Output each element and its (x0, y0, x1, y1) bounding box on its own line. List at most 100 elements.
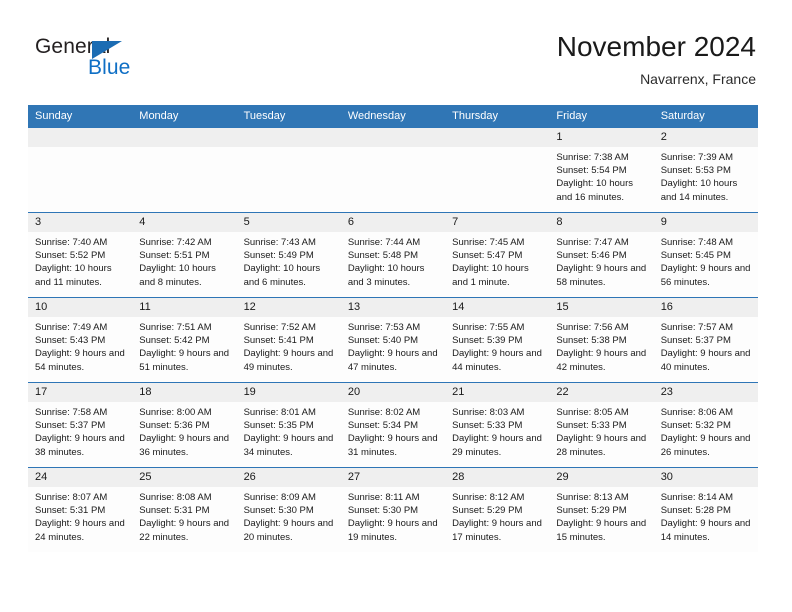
daylight-text: Daylight: 9 hours and 20 minutes. (243, 518, 334, 543)
day-number (445, 128, 550, 147)
day-details: Sunrise: 7:58 AM Sunset: 5:37 PM Daylight:… (28, 402, 132, 459)
calendar-day-cell[interactable]: 6 Sunrise: 7:44 AM Sunset: 5:48 PM Daylight… (340, 212, 446, 298)
calendar-day-cell[interactable]: 12 Sunrise: 7:52 AM Sunset: 5:41 PM Dayligh… (236, 297, 341, 383)
daylight-text: Daylight: 10 hours and 11 minutes. (35, 263, 112, 288)
day-details: Sunrise: 7:52 AM Sunset: 5:41 PM Daylight:… (237, 317, 341, 374)
daylight-text: Daylight: 9 hours and 51 minutes. (139, 348, 230, 373)
sunset-text: Sunset: 5:42 PM (139, 335, 210, 347)
sunset-text: Sunset: 5:30 PM (243, 505, 314, 517)
day-number: 26 (236, 468, 341, 487)
weekday-header-tuesday: Tuesday (236, 105, 341, 128)
calendar-day-cell[interactable]: 21 Sunrise: 8:03 AM Sunset: 5:33 PM Dayligh… (445, 382, 550, 468)
calendar-day-cell[interactable]: 23 Sunrise: 8:06 AM Sunset: 5:32 PM Dayligh… (653, 382, 758, 468)
calendar-cell-empty (340, 127, 446, 213)
sunrise-text: Sunrise: 8:00 AM (139, 407, 212, 418)
daylight-text: Daylight: 9 hours and 38 minutes. (35, 433, 125, 458)
calendar-day-cell[interactable]: 20 Sunrise: 8:02 AM Sunset: 5:34 PM Dayligh… (340, 382, 446, 468)
day-number: 7 (445, 213, 550, 232)
calendar-week-row: 3 Sunrise: 7:40 AM Sunset: 5:52 PM Daylight… (28, 212, 758, 298)
calendar-day-cell[interactable]: 14 Sunrise: 7:55 AM Sunset: 5:39 PM Dayligh… (445, 297, 550, 383)
calendar-day-cell[interactable]: 7 Sunrise: 7:45 AM Sunset: 5:47 PM Daylight… (445, 212, 550, 298)
day-number: 24 (28, 468, 133, 487)
calendar-day-cell[interactable]: 4 Sunrise: 7:42 AM Sunset: 5:51 PM Daylight… (132, 212, 237, 298)
sunset-text: Sunset: 5:29 PM (452, 505, 523, 517)
sunrise-text: Sunrise: 7:49 AM (35, 322, 108, 333)
calendar-day-cell[interactable]: 5 Sunrise: 7:43 AM Sunset: 5:49 PM Daylight… (236, 212, 341, 298)
calendar-day-cell[interactable]: 2 Sunrise: 7:39 AM Sunset: 5:53 PM Daylight… (653, 127, 758, 213)
brand-name-blue: Blue (88, 56, 131, 79)
sunset-text: Sunset: 5:49 PM (243, 250, 314, 262)
day-details: Sunrise: 8:01 AM Sunset: 5:35 PM Daylight:… (237, 402, 341, 459)
sunrise-text: Sunrise: 7:45 AM (452, 237, 525, 248)
day-details: Sunrise: 7:49 AM Sunset: 5:43 PM Daylight:… (28, 317, 132, 374)
sunset-text: Sunset: 5:33 PM (556, 420, 627, 432)
calendar-day-cell[interactable]: 19 Sunrise: 8:01 AM Sunset: 5:35 PM Dayligh… (236, 382, 341, 468)
day-details: Sunrise: 7:38 AM Sunset: 5:54 PM Daylight:… (549, 147, 653, 204)
sunset-text: Sunset: 5:47 PM (452, 250, 523, 262)
daylight-text: Daylight: 9 hours and 36 minutes. (139, 433, 230, 458)
day-details: Sunrise: 8:07 AM Sunset: 5:31 PM Daylight:… (28, 487, 132, 544)
day-number: 14 (445, 298, 550, 317)
calendar-day-cell[interactable]: 13 Sunrise: 7:53 AM Sunset: 5:40 PM Dayligh… (340, 297, 446, 383)
calendar-day-cell[interactable]: 9 Sunrise: 7:48 AM Sunset: 5:45 PM Daylight… (653, 212, 758, 298)
daylight-text: Daylight: 9 hours and 56 minutes. (660, 263, 751, 288)
calendar-day-cell[interactable]: 24 Sunrise: 8:07 AM Sunset: 5:31 PM Dayligh… (28, 467, 133, 552)
sunrise-text: Sunrise: 8:07 AM (35, 492, 108, 503)
calendar-day-cell[interactable]: 10 Sunrise: 7:49 AM Sunset: 5:43 PM Dayligh… (28, 297, 133, 383)
calendar-day-cell[interactable]: 3 Sunrise: 7:40 AM Sunset: 5:52 PM Daylight… (28, 212, 133, 298)
sunset-text: Sunset: 5:53 PM (660, 165, 731, 177)
weekday-header-wednesday: Wednesday (340, 105, 446, 128)
calendar-day-cell[interactable]: 27 Sunrise: 8:11 AM Sunset: 5:30 PM Dayligh… (340, 467, 446, 552)
sunset-text: Sunset: 5:32 PM (660, 420, 731, 432)
day-details: Sunrise: 8:12 AM Sunset: 5:29 PM Daylight:… (445, 487, 549, 544)
sunset-text: Sunset: 5:46 PM (556, 250, 627, 262)
calendar-day-cell[interactable]: 17 Sunrise: 7:58 AM Sunset: 5:37 PM Dayligh… (28, 382, 133, 468)
day-number: 20 (340, 383, 446, 402)
daylight-text: Daylight: 9 hours and 19 minutes. (347, 518, 438, 543)
daylight-text: Daylight: 9 hours and 54 minutes. (35, 348, 125, 373)
calendar-day-cell[interactable]: 16 Sunrise: 7:57 AM Sunset: 5:37 PM Dayligh… (653, 297, 758, 383)
daylight-text: Daylight: 9 hours and 47 minutes. (347, 348, 438, 373)
sunset-text: Sunset: 5:54 PM (556, 165, 627, 177)
calendar-day-cell[interactable]: 26 Sunrise: 8:09 AM Sunset: 5:30 PM Dayligh… (236, 467, 341, 552)
day-details: Sunrise: 7:48 AM Sunset: 5:45 PM Daylight:… (654, 232, 758, 289)
sunset-text: Sunset: 5:30 PM (347, 505, 419, 517)
sunrise-text: Sunrise: 8:09 AM (243, 492, 316, 503)
calendar-day-cell[interactable]: 15 Sunrise: 7:56 AM Sunset: 5:38 PM Dayligh… (549, 297, 654, 383)
daylight-text: Daylight: 10 hours and 16 minutes. (556, 178, 633, 203)
calendar-day-cell[interactable]: 29 Sunrise: 8:13 AM Sunset: 5:29 PM Dayligh… (549, 467, 654, 552)
calendar-day-cell[interactable]: 22 Sunrise: 8:05 AM Sunset: 5:33 PM Dayligh… (549, 382, 654, 468)
daylight-text: Daylight: 10 hours and 8 minutes. (139, 263, 216, 288)
day-number: 12 (236, 298, 341, 317)
day-number: 28 (445, 468, 550, 487)
day-number: 9 (653, 213, 758, 232)
day-details: Sunrise: 8:05 AM Sunset: 5:33 PM Daylight:… (549, 402, 653, 459)
calendar-week-row: 1 Sunrise: 7:38 AM Sunset: 5:54 PM Daylight… (28, 127, 758, 213)
sunset-text: Sunset: 5:37 PM (660, 335, 731, 347)
brand-logo[interactable]: General Blue (35, 36, 215, 92)
sunset-text: Sunset: 5:39 PM (452, 335, 523, 347)
calendar-body: 1 Sunrise: 7:38 AM Sunset: 5:54 PM Daylight… (28, 127, 758, 552)
calendar-day-cell[interactable]: 28 Sunrise: 8:12 AM Sunset: 5:29 PM Dayligh… (445, 467, 550, 552)
calendar-day-cell[interactable]: 1 Sunrise: 7:38 AM Sunset: 5:54 PM Daylight… (549, 127, 654, 213)
calendar-day-cell[interactable]: 30 Sunrise: 8:14 AM Sunset: 5:28 PM Dayligh… (653, 467, 758, 552)
day-details: Sunrise: 8:02 AM Sunset: 5:34 PM Daylight:… (341, 402, 445, 459)
sunrise-text: Sunrise: 7:55 AM (452, 322, 525, 333)
calendar-page: General Blue November 2024 Navarrenx, Fr… (0, 0, 792, 612)
day-number: 22 (549, 383, 654, 402)
sunset-text: Sunset: 5:45 PM (660, 250, 731, 262)
calendar-day-cell[interactable]: 18 Sunrise: 8:00 AM Sunset: 5:36 PM Dayligh… (132, 382, 237, 468)
day-number: 10 (28, 298, 133, 317)
sunrise-text: Sunrise: 7:56 AM (556, 322, 629, 333)
sunset-text: Sunset: 5:31 PM (35, 505, 106, 517)
sunrise-text: Sunrise: 8:05 AM (556, 407, 629, 418)
calendar-day-cell[interactable]: 25 Sunrise: 8:08 AM Sunset: 5:31 PM Dayligh… (132, 467, 237, 552)
sunrise-text: Sunrise: 7:47 AM (556, 237, 629, 248)
calendar-day-cell[interactable]: 8 Sunrise: 7:47 AM Sunset: 5:46 PM Daylight… (549, 212, 654, 298)
day-number: 30 (653, 468, 758, 487)
daylight-text: Daylight: 9 hours and 58 minutes. (556, 263, 647, 288)
calendar-grid: Sunday Monday Tuesday Wednesday Thursday… (28, 105, 758, 552)
calendar-day-cell[interactable]: 11 Sunrise: 7:51 AM Sunset: 5:42 PM Dayligh… (132, 297, 237, 383)
sunrise-text: Sunrise: 7:53 AM (347, 322, 421, 333)
daylight-text: Daylight: 9 hours and 28 minutes. (556, 433, 647, 458)
